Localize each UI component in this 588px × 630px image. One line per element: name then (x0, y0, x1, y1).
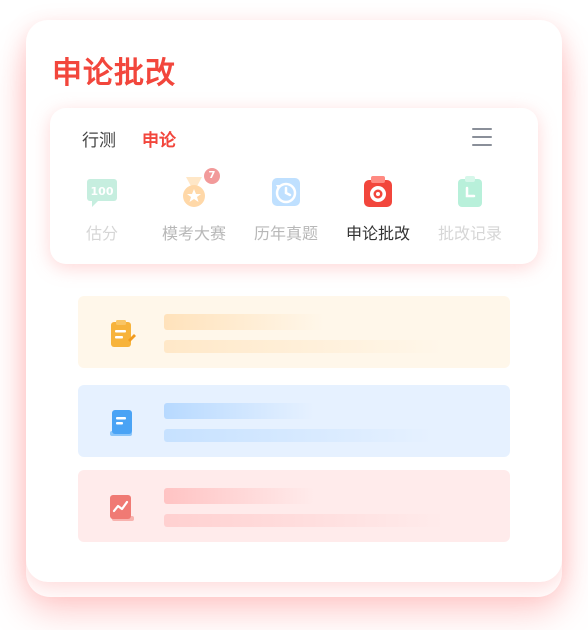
svg-text:100: 100 (91, 185, 114, 198)
list-item[interactable] (78, 296, 510, 368)
skeleton-subtitle-bar (164, 340, 444, 353)
correction-card: 申论批改 行测 申论 100 估分 7 模考大赛 历年真题 申论批改 批改记录 (26, 20, 562, 582)
history-clock-icon (268, 174, 304, 210)
app-stage: 申论批改 行测 申论 100 估分 7 模考大赛 历年真题 申论批改 批改记录 (0, 0, 588, 630)
function-label: 申论批改 (345, 224, 410, 243)
function-essay-correction[interactable]: 申论批改 (333, 174, 423, 244)
tab-xingce[interactable]: 行测 (82, 126, 116, 151)
camera-correct-icon (360, 174, 396, 210)
function-estimate-score[interactable]: 100 估分 (57, 174, 147, 244)
function-label: 模考大赛 (161, 224, 226, 243)
clipboard-edit-icon (106, 318, 138, 350)
function-label: 批改记录 (437, 224, 502, 243)
skeleton-title-bar (164, 488, 314, 504)
list-item[interactable] (78, 470, 510, 542)
skeleton-subtitle-bar (164, 429, 434, 442)
function-label: 估分 (85, 224, 118, 243)
book-icon (106, 407, 138, 439)
function-label: 历年真题 (253, 224, 318, 243)
tab-shenlun[interactable]: 申论 (142, 126, 176, 151)
score-100-icon: 100 (84, 174, 120, 210)
page-title: 申论批改 (52, 56, 176, 91)
skeleton-title-bar (164, 314, 324, 330)
skeleton-subtitle-bar (164, 514, 444, 527)
function-mock-contest[interactable]: 7 模考大赛 (149, 168, 239, 244)
skeleton-title-bar (164, 403, 314, 419)
menu-icon[interactable] (472, 128, 492, 146)
record-clipboard-icon (452, 174, 488, 210)
notification-badge: 7 (204, 168, 220, 184)
list-item[interactable] (78, 385, 510, 457)
function-past-exams[interactable]: 历年真题 (241, 174, 331, 244)
chart-doc-icon (106, 492, 138, 524)
function-correction-records[interactable]: 批改记录 (425, 174, 515, 244)
function-panel: 行测 申论 100 估分 7 模考大赛 历年真题 申论批改 批改记录 (50, 108, 538, 264)
medal-icon: 7 (176, 168, 220, 210)
